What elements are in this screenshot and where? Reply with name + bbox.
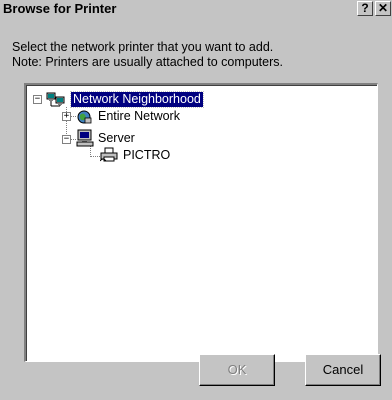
tree-node-label[interactable]: Network Neighborhood xyxy=(70,91,204,108)
server-computer-icon xyxy=(76,129,94,152)
close-button[interactable]: ✕ xyxy=(375,1,391,16)
tree-node-label[interactable]: Server xyxy=(96,131,137,146)
cancel-button[interactable]: Cancel xyxy=(305,354,381,386)
title-bar[interactable]: Browse for Printer ? ✕ xyxy=(0,0,392,18)
instructions: Select the network printer that you want… xyxy=(12,40,382,70)
entire-network-icon xyxy=(76,109,92,130)
expand-toggle[interactable]: + xyxy=(62,112,71,121)
printer-icon xyxy=(99,147,118,168)
ok-button[interactable]: OK xyxy=(199,354,275,386)
browse-for-printer-dialog: Browse for Printer ? ✕ Select the networ… xyxy=(0,0,392,400)
instruction-line-1: Select the network printer that you want… xyxy=(12,40,274,54)
instruction-line-2: Note: Printers are usually attached to c… xyxy=(12,55,283,69)
help-button[interactable]: ? xyxy=(357,1,373,16)
ok-button-label: OK xyxy=(227,362,247,377)
network-neighborhood-icon xyxy=(46,92,66,113)
collapse-toggle[interactable]: − xyxy=(33,95,42,104)
cancel-button-label: Cancel xyxy=(322,362,364,377)
collapse-toggle[interactable]: − xyxy=(62,135,71,144)
dialog-title: Browse for Printer xyxy=(3,1,117,16)
tree-node-label[interactable]: PICTRO xyxy=(121,148,172,163)
printer-tree-view[interactable]: − Network Neighborhood + Entire Network … xyxy=(24,83,378,362)
tree-connector xyxy=(90,156,100,157)
tree-node-label[interactable]: Entire Network xyxy=(96,109,182,124)
